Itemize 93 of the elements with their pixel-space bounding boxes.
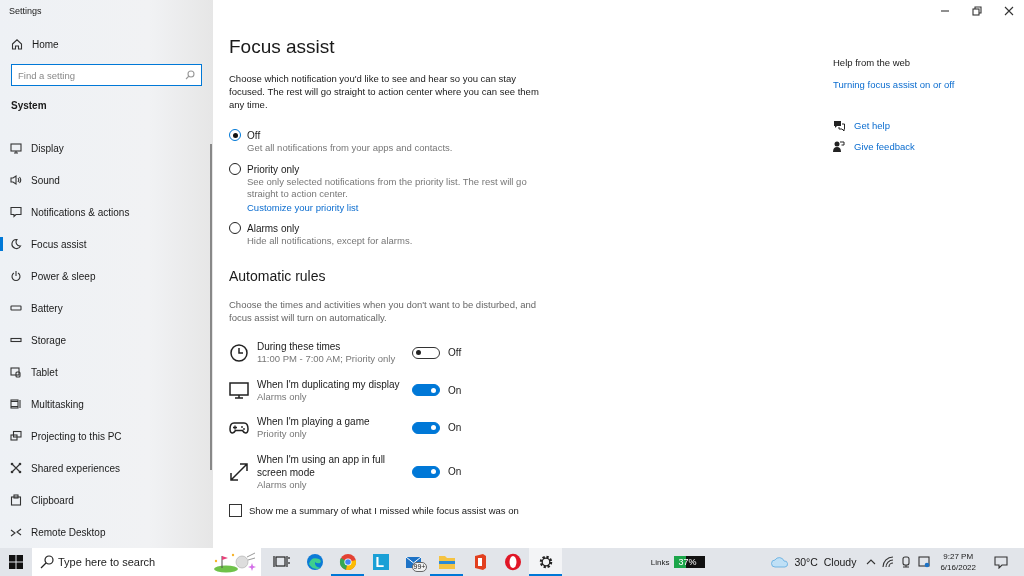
letter-tile-icon	[371, 553, 390, 571]
option-label: Alarms only	[247, 221, 301, 235]
option-label: Priority only	[247, 162, 301, 176]
help-link[interactable]: Turning focus assist on or off	[833, 78, 955, 91]
clock-icon	[229, 342, 249, 363]
rule-detail: Alarms only	[257, 478, 308, 491]
chat-bubbles-icon	[833, 119, 845, 132]
section-heading: System	[11, 100, 48, 113]
toggle-switch[interactable]	[412, 465, 440, 478]
help-heading: Help from the web	[833, 57, 912, 68]
wifi-icon[interactable]	[882, 556, 895, 568]
notification-icon[interactable]	[994, 555, 1008, 569]
toggle-state: On	[448, 422, 462, 434]
clock[interactable]: 9:27 PM 6/16/2022	[940, 551, 976, 573]
clock-time: 9:27 PM	[943, 551, 974, 562]
battery-icon	[10, 302, 22, 314]
sidebar-item[interactable]: Storage	[0, 324, 213, 356]
taskbar-app-button[interactable]	[529, 548, 562, 576]
search-field[interactable]: Find a setting	[11, 64, 202, 86]
toggle-state: On	[448, 384, 462, 396]
windows-logo-icon	[9, 555, 23, 569]
sidebar-item[interactable]: Notifications & actions	[0, 196, 213, 228]
weather-button[interactable]: 30°C Cloudy	[771, 556, 857, 568]
option-description: Get all notifications from your apps and contacts.	[247, 142, 454, 155]
option-label: Off	[247, 129, 262, 142]
toggle-switch[interactable]	[412, 346, 440, 359]
sidebar-item[interactable]: Remote Desktop	[0, 516, 213, 548]
projector-icon	[10, 430, 22, 442]
toggle-state: Off	[448, 347, 462, 359]
checkbox-label: Show me a summary of what I missed while focus assist was on	[249, 505, 519, 516]
rule-title: When I'm duplicating my display	[257, 377, 401, 391]
speaker-icon	[10, 174, 22, 186]
chevron-up-icon[interactable]	[866, 557, 877, 567]
monitor-badge-icon[interactable]	[918, 556, 931, 568]
moon-icon	[10, 238, 22, 250]
option-description: See only selected notifications from the priority list. The rest will go straight to action center.	[247, 175, 528, 201]
page-title: Focus assist	[229, 36, 336, 59]
tablet-icon	[10, 366, 22, 378]
ring-icon	[503, 553, 522, 571]
restore-icon[interactable]	[972, 6, 982, 16]
message-icon	[10, 206, 22, 218]
monitor-icon	[10, 142, 22, 154]
rule-title: When I'm using an app in full screen mode	[257, 452, 387, 479]
sidebar-item[interactable]: Shared experiences	[0, 452, 213, 484]
toolbar-label: Links	[650, 557, 670, 567]
search-icon	[185, 70, 195, 80]
person-icon	[833, 140, 845, 153]
sidebar-item[interactable]: Power & sleep	[0, 260, 213, 292]
intro-text: Choose which notification you'd like to see and hear so you can stay focused. The rest will go straight to action center where you can see them any time.	[229, 72, 539, 111]
help-action-link[interactable]: Get help	[854, 119, 890, 132]
sidebar-item[interactable]: Sound	[0, 164, 213, 196]
toggle-switch[interactable]	[412, 421, 440, 434]
section-heading: Automatic rules	[229, 268, 327, 286]
search-icon	[40, 555, 54, 569]
mic-icon[interactable]	[900, 556, 913, 568]
toggle-switch[interactable]	[412, 384, 440, 397]
sidebar-item[interactable]: Battery	[0, 292, 213, 324]
folder-icon	[437, 553, 456, 571]
rule-detail: Priority only	[257, 428, 308, 441]
sidebar-item[interactable]: Tablet	[0, 356, 213, 388]
rule-title: During these times	[257, 340, 342, 353]
multitask-icon	[10, 398, 22, 410]
help-action-link[interactable]: Give feedback	[854, 140, 915, 153]
sidebar-item[interactable]: Multitasking	[0, 388, 213, 420]
golf-doodle-icon	[213, 551, 257, 573]
share-icon	[10, 462, 22, 474]
rule-detail: Alarms only	[257, 390, 308, 403]
toggle-state: On	[448, 466, 462, 478]
tricolor-circle-icon	[338, 553, 357, 571]
section-description: Choose the times and activities when you don't want to be disturbed, and focus assist will turn on automatically.	[229, 298, 538, 324]
clock-date: 6/16/2022	[940, 562, 976, 573]
home-icon	[11, 38, 23, 50]
option-description: Hide all notifications, except for alarms.	[247, 234, 414, 247]
rule-detail: 11:00 PM - 7:00 AM; Priority only	[257, 353, 397, 366]
cloud-icon	[771, 556, 790, 568]
power-icon	[10, 270, 22, 282]
diagonal-arrow-icon	[229, 461, 249, 482]
monitor-icon	[229, 380, 249, 401]
taskbar-search-field[interactable]: Type here to search	[32, 548, 261, 576]
clipboard-icon	[10, 494, 22, 506]
rule-title: When I'm playing a game	[257, 415, 371, 428]
close-icon[interactable]	[1004, 6, 1014, 16]
remote-icon	[10, 526, 22, 538]
scrollbar[interactable]	[210, 144, 212, 470]
link[interactable]: Customize your priority list	[247, 200, 537, 214]
sidebar-item[interactable]: Clipboard	[0, 484, 213, 516]
sidebar-item[interactable]: Projecting to this PC	[0, 420, 213, 452]
tile-letter: L	[375, 554, 385, 570]
wave-circle-icon	[305, 553, 324, 571]
home-link[interactable]: Home	[11, 36, 213, 52]
sidebar-item[interactable]: Display	[0, 132, 213, 164]
checkbox[interactable]	[229, 504, 242, 517]
window-title: Settings	[8, 5, 43, 18]
